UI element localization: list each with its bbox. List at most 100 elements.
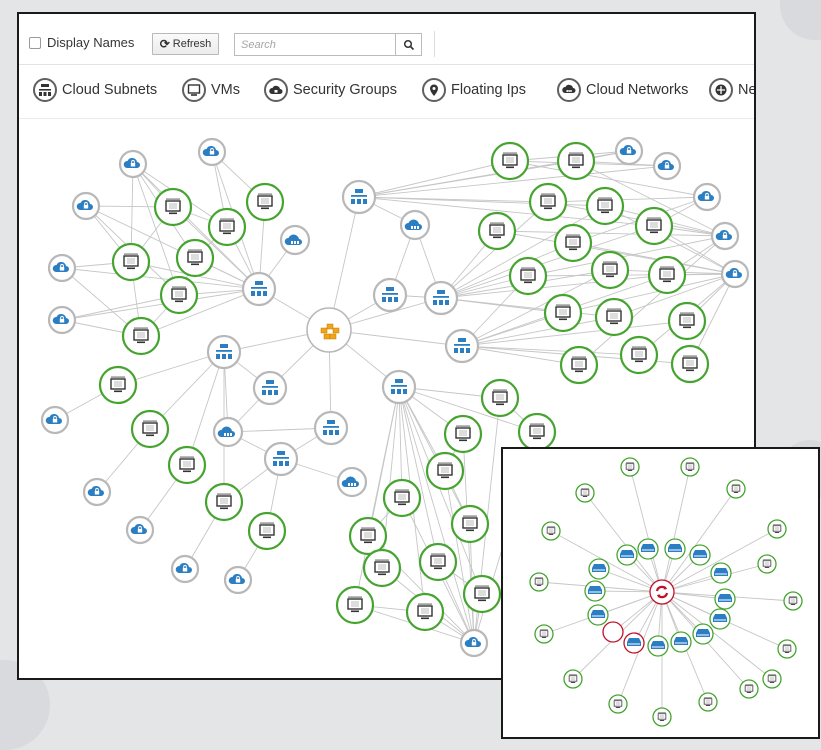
vm-node-error-inset[interactable] (602, 621, 624, 643)
subnet-node-inset[interactable] (587, 604, 609, 626)
security-group-node[interactable] (125, 515, 155, 545)
vm-node-inset[interactable] (698, 692, 718, 712)
subnet-node-inset[interactable] (584, 580, 606, 602)
vm-node-inset[interactable] (726, 479, 746, 499)
security-group-node[interactable] (692, 182, 722, 212)
vm-node[interactable] (619, 335, 659, 375)
vm-node[interactable] (382, 478, 422, 518)
vm-node[interactable] (405, 592, 445, 632)
vm-node[interactable] (443, 414, 483, 454)
vm-node-inset[interactable] (762, 669, 782, 689)
subnet-node-error-inset[interactable] (623, 632, 645, 654)
vm-node[interactable] (425, 451, 465, 491)
subnet-node[interactable] (423, 280, 459, 316)
subnet-node-inset[interactable] (637, 538, 659, 560)
vm-node[interactable] (247, 511, 287, 551)
cloud-network-node[interactable] (279, 224, 311, 256)
vm-node[interactable] (556, 141, 596, 181)
vm-node[interactable] (480, 378, 520, 418)
vm-node[interactable] (594, 297, 634, 337)
vm-node[interactable] (667, 301, 707, 341)
inset-graph[interactable] (503, 449, 820, 739)
subnet-node-inset[interactable] (709, 608, 731, 630)
vm-node[interactable] (517, 412, 557, 452)
subnet-node-inset[interactable] (689, 544, 711, 566)
vm-node[interactable] (159, 275, 199, 315)
vm-node-inset[interactable] (783, 591, 803, 611)
vm-node-inset[interactable] (757, 554, 777, 574)
security-group-node[interactable] (652, 151, 682, 181)
vm-node[interactable] (121, 316, 161, 356)
vm-node[interactable] (477, 211, 517, 251)
vm-node[interactable] (553, 223, 593, 263)
subnet-node-inset[interactable] (692, 623, 714, 645)
vm-node-inset[interactable] (777, 639, 797, 659)
cloud-provider-node[interactable] (306, 307, 352, 353)
subnet-node-inset[interactable] (714, 588, 736, 610)
subnet-node-inset[interactable] (710, 562, 732, 584)
vm-node[interactable] (362, 548, 402, 588)
vm-node[interactable] (462, 574, 502, 614)
vm-node[interactable] (335, 585, 375, 625)
cloud-network-node[interactable] (336, 466, 368, 498)
subnet-node-inset[interactable] (647, 635, 669, 657)
security-group-node[interactable] (197, 137, 227, 167)
vm-node-inset[interactable] (575, 483, 595, 503)
security-group-node[interactable] (614, 136, 644, 166)
vm-node[interactable] (647, 255, 687, 295)
vm-node[interactable] (153, 187, 193, 227)
vm-node-inset[interactable] (563, 669, 583, 689)
subnet-node[interactable] (241, 271, 277, 307)
security-group-node[interactable] (40, 405, 70, 435)
vm-node[interactable] (450, 504, 490, 544)
security-group-node[interactable] (170, 554, 200, 584)
security-group-node[interactable] (47, 305, 77, 335)
vm-node[interactable] (585, 186, 625, 226)
security-group-node[interactable] (82, 477, 112, 507)
vm-node-inset[interactable] (620, 457, 640, 477)
subnet-node-inset[interactable] (670, 631, 692, 653)
sync-node-inset[interactable] (649, 579, 675, 605)
vm-node[interactable] (508, 256, 548, 296)
vm-node-inset[interactable] (652, 707, 672, 727)
vm-node[interactable] (204, 482, 244, 522)
vm-node-inset[interactable] (680, 457, 700, 477)
security-group-node[interactable] (710, 221, 740, 251)
cloud-network-node[interactable] (212, 416, 244, 448)
vm-node-inset[interactable] (608, 694, 628, 714)
subnet-node-inset[interactable] (588, 558, 610, 580)
cloud-network-node[interactable] (399, 209, 431, 241)
subnet-node[interactable] (313, 410, 349, 446)
vm-node[interactable] (111, 242, 151, 282)
vm-node[interactable] (130, 409, 170, 449)
vm-node-inset[interactable] (534, 624, 554, 644)
subnet-node[interactable] (263, 441, 299, 477)
subnet-node-inset[interactable] (616, 544, 638, 566)
vm-node[interactable] (670, 344, 710, 384)
security-group-node[interactable] (47, 253, 77, 283)
security-group-node[interactable] (71, 191, 101, 221)
vm-node[interactable] (559, 345, 599, 385)
vm-node[interactable] (175, 238, 215, 278)
vm-node[interactable] (418, 542, 458, 582)
vm-node[interactable] (490, 141, 530, 181)
subnet-node[interactable] (372, 277, 408, 313)
vm-node[interactable] (167, 445, 207, 485)
vm-node-inset[interactable] (529, 572, 549, 592)
vm-node[interactable] (98, 365, 138, 405)
vm-node[interactable] (634, 206, 674, 246)
vm-node[interactable] (543, 293, 583, 333)
security-group-node[interactable] (223, 565, 253, 595)
vm-node[interactable] (590, 250, 630, 290)
security-group-node[interactable] (459, 628, 489, 658)
subnet-node[interactable] (381, 369, 417, 405)
security-group-node[interactable] (720, 259, 750, 289)
vm-node-inset[interactable] (767, 519, 787, 539)
subnet-node-inset[interactable] (664, 538, 686, 560)
subnet-node[interactable] (444, 328, 480, 364)
vm-node-inset[interactable] (739, 679, 759, 699)
subnet-node[interactable] (206, 334, 242, 370)
subnet-node[interactable] (252, 370, 288, 406)
subnet-node[interactable] (341, 179, 377, 215)
vm-node[interactable] (245, 182, 285, 222)
